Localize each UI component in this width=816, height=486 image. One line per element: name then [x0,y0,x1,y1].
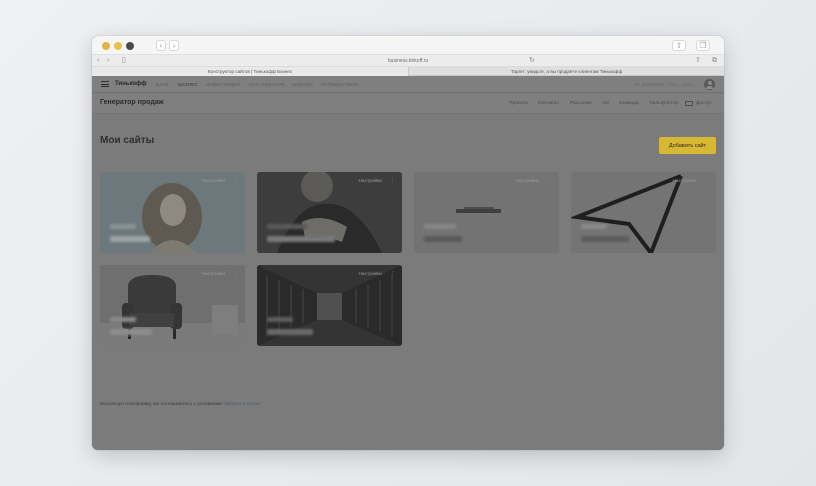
app-title: Генератор продаж [100,99,164,106]
card-settings-link[interactable]: Настройки [358,179,382,184]
subnav-team[interactable]: Команда [619,101,639,107]
browser-window: ‹ › ⇧ ❐ ‹ › ▯ business.tinkoff.ru ↻ ⇧ ⧉ … [92,36,724,450]
nav-insurance[interactable]: СТРАХОВАНИЕ [249,82,285,88]
card-tag [267,224,307,229]
nav-travel[interactable]: ПУТЕШЕСТВИЯ [321,82,358,88]
subnav-projects[interactable]: Проекты [509,101,528,107]
page-content: Тинькофф БАНК БИЗНЕС ИНВЕСТИЦИИ СТРАХОВА… [92,76,724,450]
more-options-icon[interactable]: ⋮ [390,178,395,184]
card-title [581,236,629,242]
share-icon[interactable]: ⇧ [695,56,701,66]
subnav-mailings[interactable]: Рассылки [570,101,592,107]
add-site-button[interactable]: Добавить сайт [659,137,716,154]
nav-bank[interactable]: БАНК [156,82,169,88]
share-icon[interactable]: ⇧ [672,40,686,51]
site-card[interactable]: Настройки ⋮ [257,265,402,346]
terms-link[interactable]: оферты и лицен [223,402,260,407]
card-title [110,329,152,335]
account-name[interactable]: ИП ВОРОНОВ · ООО · БАН... [634,82,696,88]
page-title: Мои сайты [100,135,155,146]
card-settings-link[interactable]: Настройки [515,179,539,184]
minimize-window-button[interactable] [114,42,122,50]
more-options-icon[interactable]: ⋮ [233,271,238,277]
address-bar[interactable]: ‹ › ▯ business.tinkoff.ru ↻ ⇧ ⧉ [92,55,724,67]
card-tag [110,224,136,229]
site-card[interactable]: Настройки ⋮ [571,172,716,253]
card-settings-link[interactable]: Настройки [201,179,225,184]
brand-logo[interactable]: Тинькофф [115,81,147,87]
subnav-calculator[interactable]: Калькулятор [650,101,678,107]
terms-text: Используя платформу, вы соглашаетесь с у… [100,402,224,407]
reload-icon[interactable]: ↻ [529,56,535,66]
nav-business[interactable]: БИЗНЕС [178,82,198,88]
card-settings-link[interactable]: Настройки [672,179,696,184]
card-title [424,236,462,242]
close-window-button[interactable] [102,42,110,50]
terms-note: Используя платформу, вы соглашаетесь с у… [100,402,260,407]
browser-titlebar: ‹ › ⇧ ❐ [92,36,724,55]
avatar[interactable] [704,79,715,90]
card-title [110,236,150,242]
card-tag [424,224,456,229]
site-card[interactable]: Настройки ⋮ [257,172,402,253]
subnav-access[interactable]: Доступ [696,101,712,107]
tabs-overview-icon[interactable]: ❐ [696,40,710,51]
site-card[interactable]: Настройки ⋮ [100,265,245,346]
more-options-icon[interactable]: ⋮ [233,178,238,184]
new-tab-icon[interactable]: ⧉ [712,56,717,66]
top-navigation: Тинькофф БАНК БИЗНЕС ИНВЕСТИЦИИ СТРАХОВА… [92,76,724,93]
more-options-icon[interactable]: ⋮ [390,271,395,277]
site-card[interactable]: Настройки ⋮ [414,172,559,253]
tab-target[interactable]: Таргет: увидьте, а вы продаёте клиентам … [408,67,724,76]
tab-bar: Конструктор сайтов | Тинькофф Бизнес Тар… [92,67,724,76]
zoom-window-button[interactable] [126,42,134,50]
forward-icon[interactable]: › [169,40,179,51]
more-options-icon[interactable]: ⋮ [547,178,552,184]
url-text[interactable]: business.tinkoff.ru [92,57,724,65]
subnav-contacts[interactable]: Контакты [538,101,559,107]
nav-mobile[interactable]: МОБАЙЛ [292,82,313,88]
back-icon[interactable]: ‹ [156,40,166,51]
subnav-chat[interactable]: Чат [602,101,610,107]
nav-investments[interactable]: ИНВЕСТИЦИИ [206,82,240,88]
access-icon[interactable] [685,101,693,106]
card-tag [110,317,136,322]
card-settings-link[interactable]: Настройки [201,272,225,277]
card-title [267,236,335,242]
more-options-icon[interactable]: ⋮ [704,178,709,184]
card-title [267,329,313,335]
card-tag [581,224,607,229]
tab-site-builder[interactable]: Конструктор сайтов | Тинькофф Бизнес [92,67,408,76]
card-tag [267,317,293,322]
menu-icon[interactable] [101,81,109,87]
site-card[interactable]: Настройки ⋮ [100,172,245,253]
card-settings-link[interactable]: Настройки [358,272,382,277]
app-header: Генератор продаж Проекты Контакты Рассыл… [92,94,724,114]
